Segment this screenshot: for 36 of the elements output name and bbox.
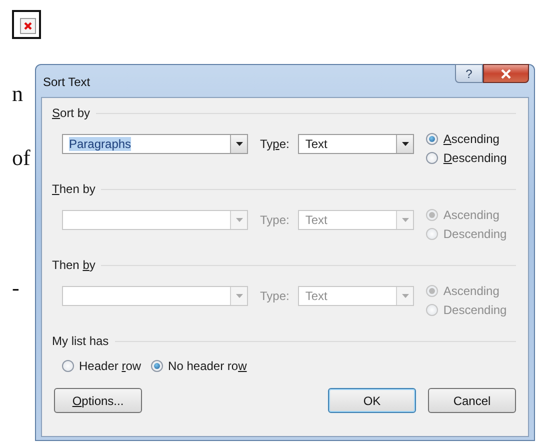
broken-image-icon	[12, 10, 41, 39]
order-option-label: Descending	[443, 151, 507, 165]
close-button[interactable]	[483, 64, 529, 83]
section-label: Then by	[52, 182, 96, 196]
dialog-button[interactable]: Cancel	[428, 388, 516, 413]
radio-button[interactable]	[151, 360, 164, 372]
order-option-label: Descending	[443, 227, 507, 241]
field-value: Paragraphs	[69, 137, 132, 151]
radio-button[interactable]	[426, 133, 438, 145]
order-option-label: Ascending	[443, 208, 500, 222]
type-value: Text	[304, 288, 328, 305]
order-option-label: Ascending	[443, 132, 500, 146]
section-label: Then by	[52, 258, 96, 272]
type-label: Type:	[260, 137, 290, 151]
document-text: of	[12, 145, 30, 171]
type-value: Text	[304, 136, 328, 153]
radio-button[interactable]	[62, 360, 74, 372]
dialog-button[interactable]: OK	[328, 388, 416, 413]
type-label: Type:	[260, 213, 290, 227]
type-value: Text	[304, 212, 328, 229]
close-icon	[500, 68, 512, 78]
header-option-label: No header row	[168, 359, 247, 373]
type-dropdown[interactable]: Text	[298, 134, 414, 154]
document-text: n	[12, 81, 23, 107]
window-title: Sort Text	[43, 75, 90, 89]
section-label: Sort by	[52, 106, 90, 120]
radio-button[interactable]	[426, 152, 438, 164]
help-button[interactable]: ?	[455, 64, 483, 83]
section-label: My list has	[52, 334, 109, 348]
order-option-label: Descending	[443, 303, 507, 317]
type-label: Type:	[260, 289, 290, 303]
sort-field-dropdown[interactable]: Paragraphs	[62, 134, 248, 154]
header-option-label: Header row	[79, 359, 142, 373]
document-text: -	[12, 275, 20, 301]
dialog-button[interactable]: Options...	[54, 388, 142, 413]
order-option-label: Ascending	[443, 284, 500, 298]
